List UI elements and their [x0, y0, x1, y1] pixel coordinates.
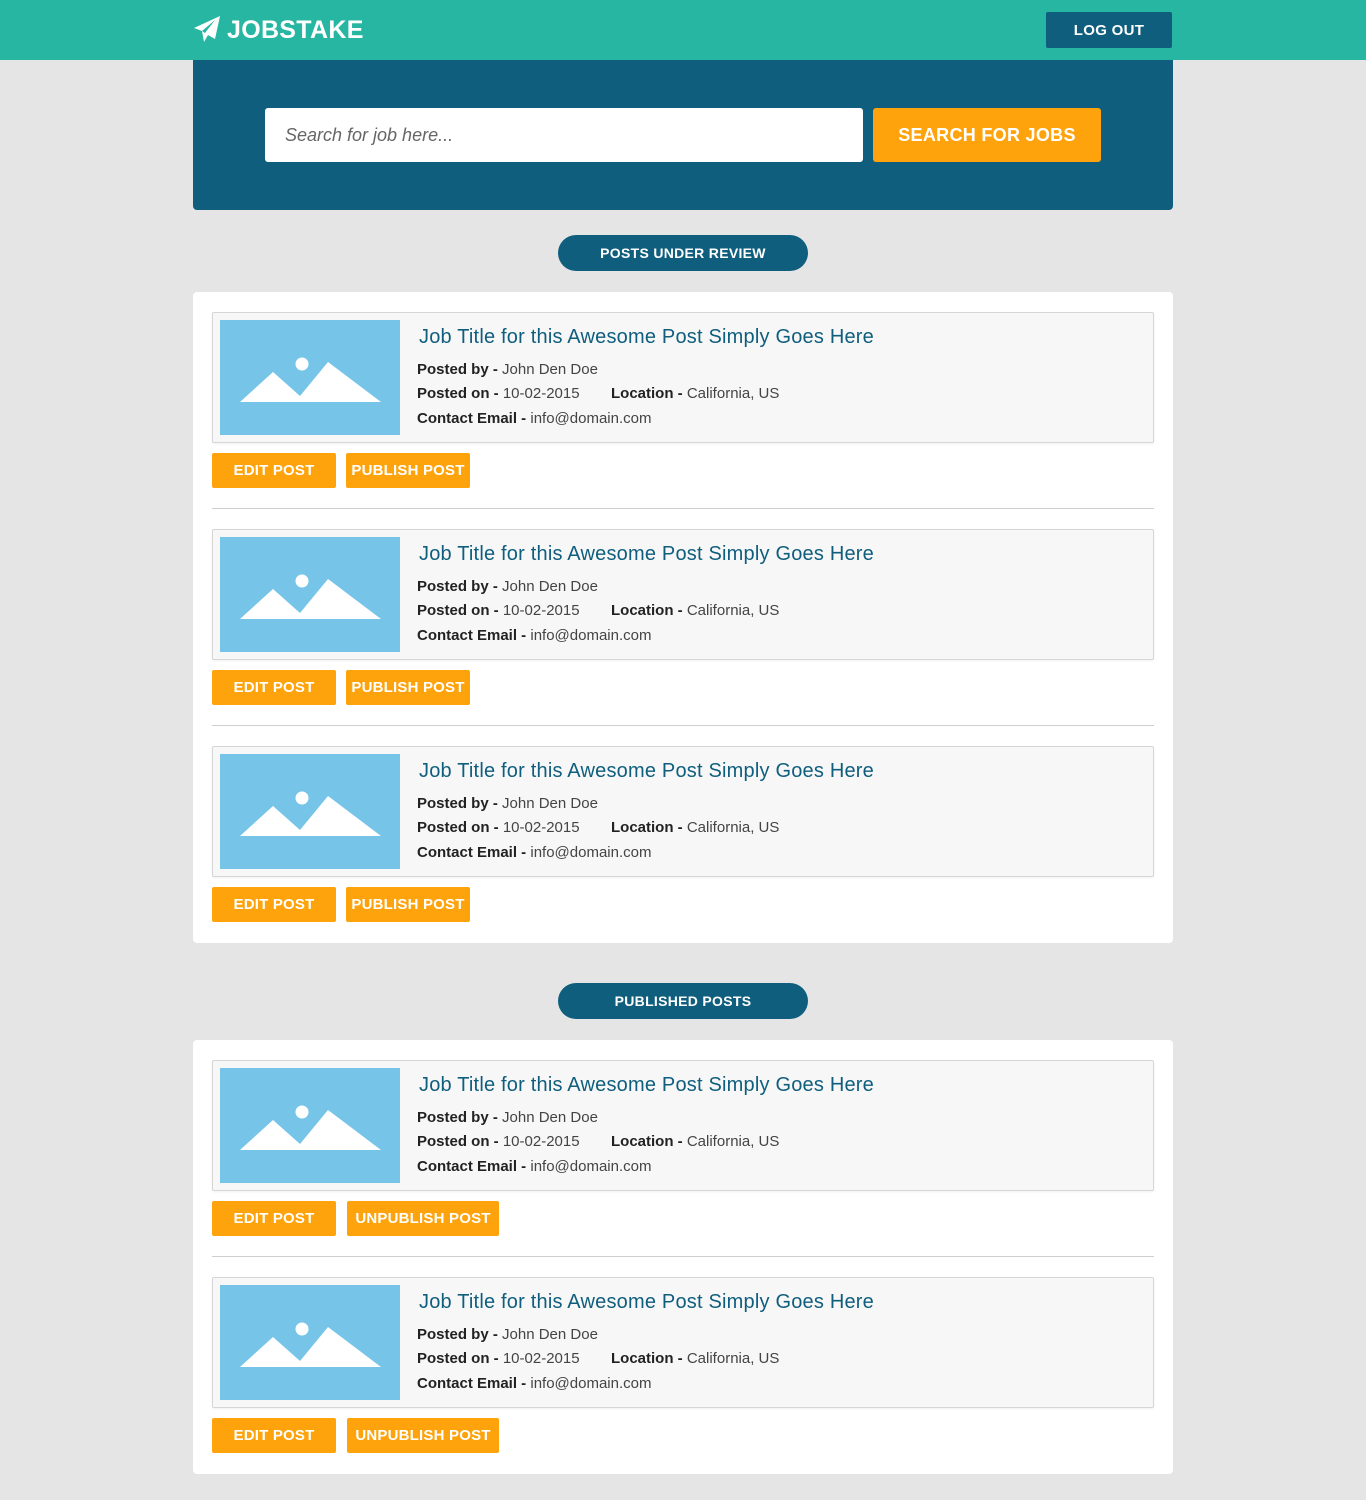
post-card: Job Title for this Awesome Post Simply G… [212, 746, 1154, 877]
posted-by: Posted by - John Den Doe [417, 361, 598, 378]
location: Location - California, US [611, 1350, 780, 1367]
paper-plane-icon [194, 16, 220, 42]
post-card: Job Title for this Awesome Post Simply G… [212, 1277, 1154, 1408]
location: Location - California, US [611, 1133, 780, 1150]
post-card: Job Title for this Awesome Post Simply G… [212, 529, 1154, 660]
image-placeholder-icon [220, 1068, 400, 1183]
post-card: Job Title for this Awesome Post Simply G… [212, 312, 1154, 443]
section-label-review: POSTS UNDER REVIEW [558, 235, 808, 271]
brand-logo[interactable]: JOBSTAKE [193, 14, 364, 46]
divider [212, 1256, 1154, 1257]
unpublish-post-button[interactable]: UNPUBLISH POST [347, 1418, 499, 1453]
post-title[interactable]: Job Title for this Awesome Post Simply G… [419, 543, 874, 566]
brand-name: JOBSTAKE [227, 15, 364, 44]
posted-by: Posted by - John Den Doe [417, 578, 598, 595]
edit-post-button[interactable]: EDIT POST [212, 1201, 336, 1236]
post-title[interactable]: Job Title for this Awesome Post Simply G… [419, 1074, 874, 1097]
edit-post-button[interactable]: EDIT POST [212, 453, 336, 488]
edit-post-button[interactable]: EDIT POST [212, 670, 336, 705]
location: Location - California, US [611, 602, 780, 619]
review-panel: Job Title for this Awesome Post Simply G… [193, 292, 1173, 943]
image-placeholder-icon [220, 537, 400, 652]
publish-post-button[interactable]: PUBLISH POST [346, 453, 470, 488]
post-card: Job Title for this Awesome Post Simply G… [212, 1060, 1154, 1191]
divider [212, 725, 1154, 726]
posted-on: Posted on - 10-02-2015 Location - Califo… [417, 1133, 780, 1150]
search-input[interactable] [265, 108, 863, 162]
contact-email: Contact Email - info@domain.com [417, 627, 652, 644]
top-bar: JOBSTAKE LOG OUT [0, 0, 1366, 60]
posted-by: Posted by - John Den Doe [417, 795, 598, 812]
posted-by: Posted by - John Den Doe [417, 1109, 598, 1126]
posted-on: Posted on - 10-02-2015 Location - Califo… [417, 602, 780, 619]
image-placeholder-icon [220, 320, 400, 435]
image-placeholder-icon [220, 754, 400, 869]
edit-post-button[interactable]: EDIT POST [212, 887, 336, 922]
edit-post-button[interactable]: EDIT POST [212, 1418, 336, 1453]
post-title[interactable]: Job Title for this Awesome Post Simply G… [419, 1291, 874, 1314]
unpublish-post-button[interactable]: UNPUBLISH POST [347, 1201, 499, 1236]
divider [212, 508, 1154, 509]
section-label-published: PUBLISHED POSTS [558, 983, 808, 1019]
post-title[interactable]: Job Title for this Awesome Post Simply G… [419, 760, 874, 783]
contact-email: Contact Email - info@domain.com [417, 1158, 652, 1175]
publish-post-button[interactable]: PUBLISH POST [346, 887, 470, 922]
search-button[interactable]: SEARCH FOR JOBS [873, 108, 1101, 162]
logout-button[interactable]: LOG OUT [1046, 12, 1172, 48]
contact-email: Contact Email - info@domain.com [417, 1375, 652, 1392]
location: Location - California, US [611, 819, 780, 836]
location: Location - California, US [611, 385, 780, 402]
image-placeholder-icon [220, 1285, 400, 1400]
posted-on: Posted on - 10-02-2015 Location - Califo… [417, 819, 780, 836]
posted-on: Posted on - 10-02-2015 Location - Califo… [417, 385, 780, 402]
posted-by: Posted by - John Den Doe [417, 1326, 598, 1343]
posted-on: Posted on - 10-02-2015 Location - Califo… [417, 1350, 780, 1367]
publish-post-button[interactable]: PUBLISH POST [346, 670, 470, 705]
contact-email: Contact Email - info@domain.com [417, 410, 652, 427]
search-hero: SEARCH FOR JOBS [193, 60, 1173, 210]
post-title[interactable]: Job Title for this Awesome Post Simply G… [419, 326, 874, 349]
published-panel: Job Title for this Awesome Post Simply G… [193, 1040, 1173, 1474]
contact-email: Contact Email - info@domain.com [417, 844, 652, 861]
